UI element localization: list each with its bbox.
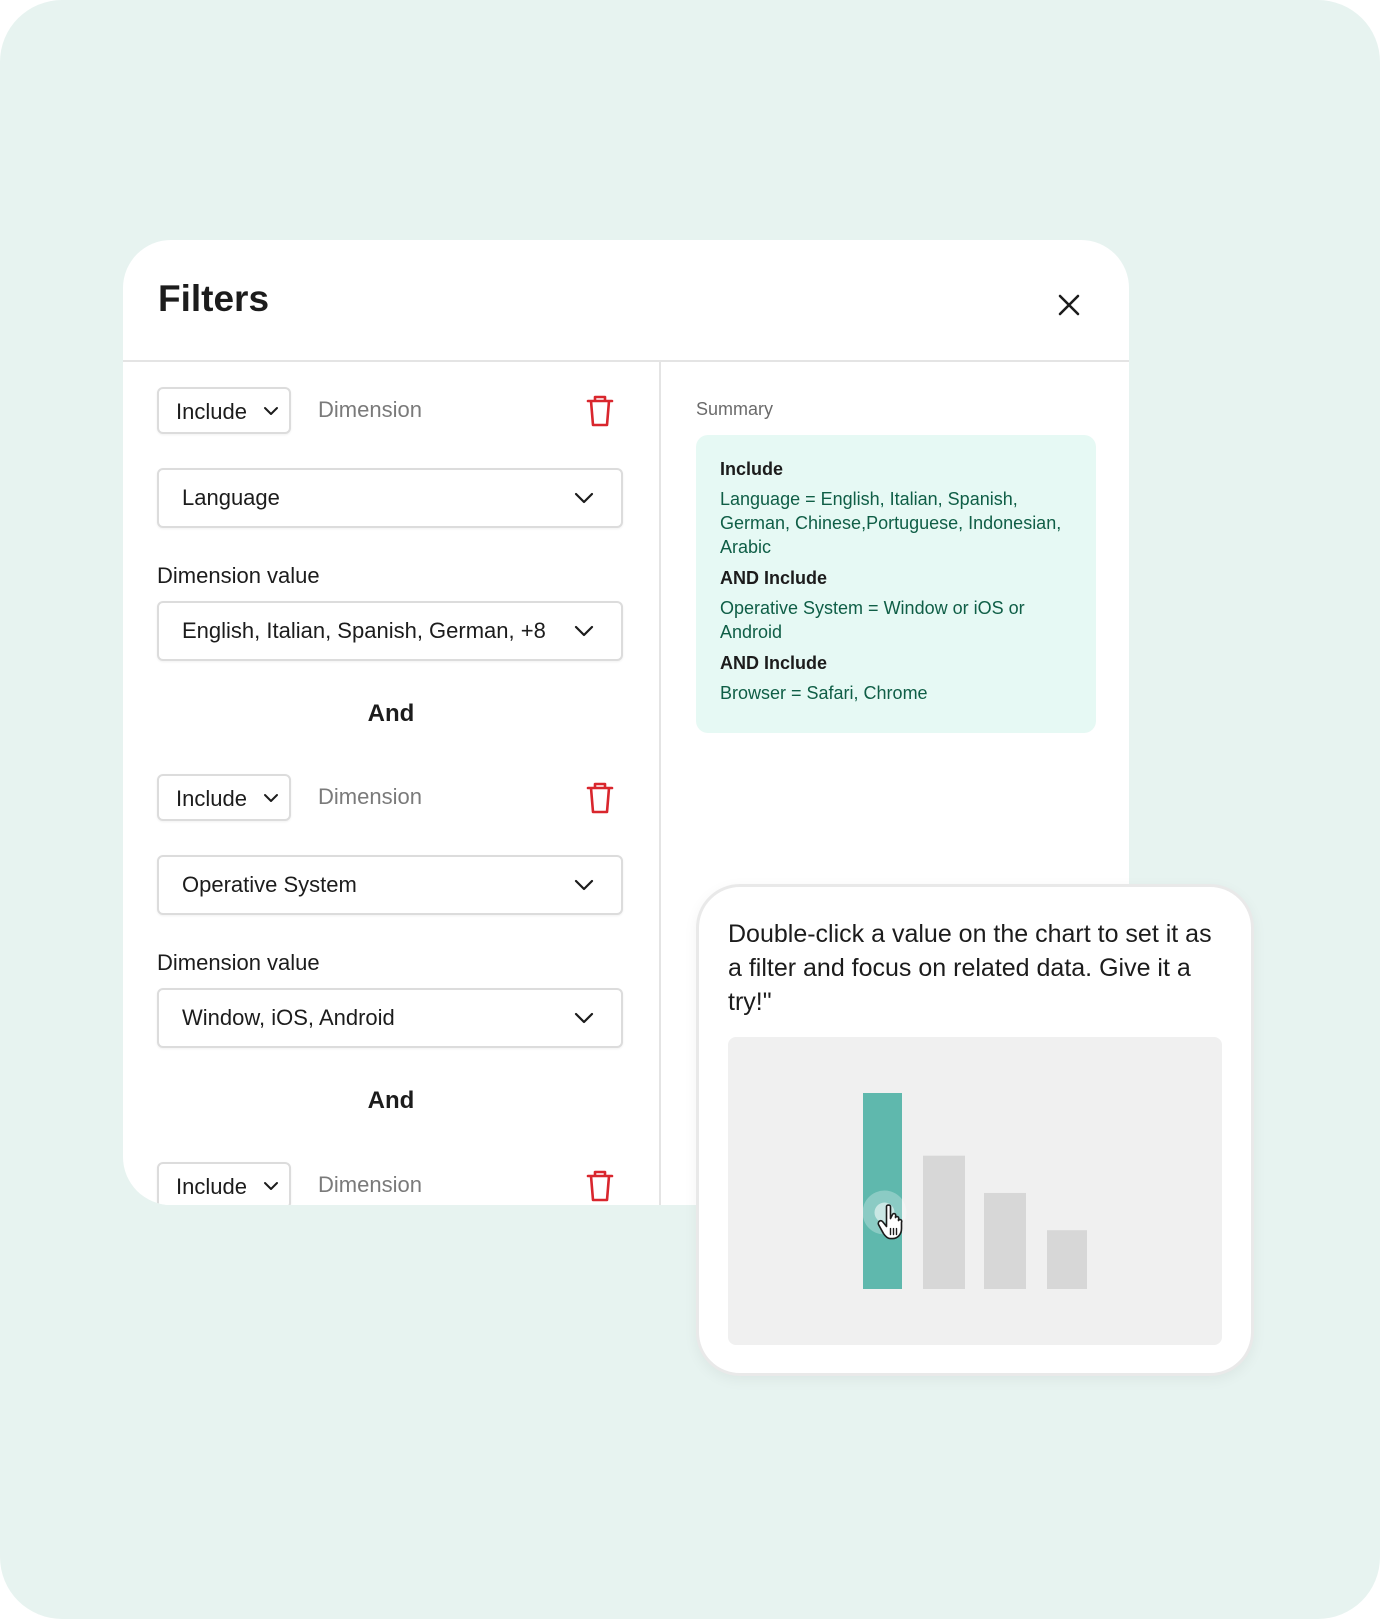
- tip-text: Double-click a value on the chart to set…: [728, 920, 1212, 1016]
- filter-1-mode-select[interactable]: Include: [157, 387, 291, 434]
- summary-box: Include Language = English, Italian, Spa…: [696, 435, 1096, 733]
- trash-icon: [586, 395, 614, 427]
- filter-3-dimension-label: Dimension: [318, 1172, 422, 1197]
- summary-rule-value: Browser = Safari, Chrome: [720, 683, 928, 703]
- chart-bar[interactable]: [984, 1192, 1026, 1289]
- chevron-down-icon: [574, 1012, 594, 1024]
- filter-1-values-select[interactable]: English, Italian, Spanish, German, +8: [157, 601, 623, 661]
- chevron-down-icon: [264, 794, 278, 802]
- filter-1-values: English, Italian, Spanish, German, +8: [182, 618, 546, 643]
- filter-1-delete-button[interactable]: [585, 394, 615, 428]
- filter-3-mode-select[interactable]: Include: [157, 1162, 291, 1205]
- filter-2-delete-button[interactable]: [585, 781, 615, 815]
- and-connector: And: [367, 700, 415, 727]
- modal-header: Filters: [123, 240, 1129, 362]
- filter-1-mode-label: Include: [176, 399, 247, 424]
- chevron-down-icon: [574, 492, 594, 504]
- filter-1-dimension-label: Dimension: [318, 397, 422, 422]
- summary-rule-heading: AND Include: [720, 568, 828, 588]
- chevron-down-icon: [574, 879, 594, 891]
- close-button[interactable]: [1049, 285, 1089, 325]
- filter-1-dimension-value: Language: [182, 485, 280, 510]
- summary-title: Summary: [696, 399, 774, 419]
- modal-title: Filters: [158, 278, 270, 319]
- page-background: Filters Include Dimension Language Dimen…: [0, 0, 1380, 1619]
- filter-1-dimension-select[interactable]: Language: [157, 468, 623, 528]
- chevron-down-icon: [574, 625, 594, 637]
- summary-rule-value: Language = English, Italian, Spanish, Ge…: [720, 489, 1062, 557]
- chevron-down-icon: [264, 1182, 278, 1190]
- filter-3-delete-button[interactable]: [585, 1169, 615, 1203]
- filter-2-values: Window, iOS, Android: [182, 1005, 395, 1030]
- chart-bar[interactable]: [1047, 1230, 1087, 1289]
- filter-2-mode-select[interactable]: Include: [157, 774, 291, 821]
- chevron-down-icon: [264, 407, 278, 415]
- tip-card: Double-click a value on the chart to set…: [696, 884, 1254, 1376]
- trash-icon: [586, 1170, 614, 1202]
- filter-2-values-select[interactable]: Window, iOS, Android: [157, 988, 623, 1048]
- summary-rule-heading: Include: [720, 459, 784, 479]
- tip-chart: [728, 1037, 1222, 1345]
- trash-icon: [586, 782, 614, 814]
- close-icon: [1058, 294, 1080, 316]
- and-connector: And: [367, 1087, 415, 1114]
- filter-2-dimension-value: Operative System: [182, 872, 357, 897]
- filter-builder: Include Dimension Language Dimension val…: [123, 362, 659, 1205]
- filter-1-value-label: Dimension value: [157, 563, 320, 588]
- filter-2-value-label: Dimension value: [157, 950, 320, 975]
- summary-rule-value: Operative System = Window or iOS or Andr…: [720, 598, 1025, 642]
- filter-3-mode-label: Include: [176, 1174, 247, 1199]
- filter-2-dimension-label: Dimension: [318, 784, 422, 809]
- bar-chart: [862, 1093, 1087, 1289]
- chart-bar[interactable]: [923, 1155, 965, 1289]
- summary-rule-heading: AND Include: [720, 653, 828, 673]
- filter-2-mode-label: Include: [176, 786, 247, 811]
- filter-2-dimension-select[interactable]: Operative System: [157, 855, 623, 915]
